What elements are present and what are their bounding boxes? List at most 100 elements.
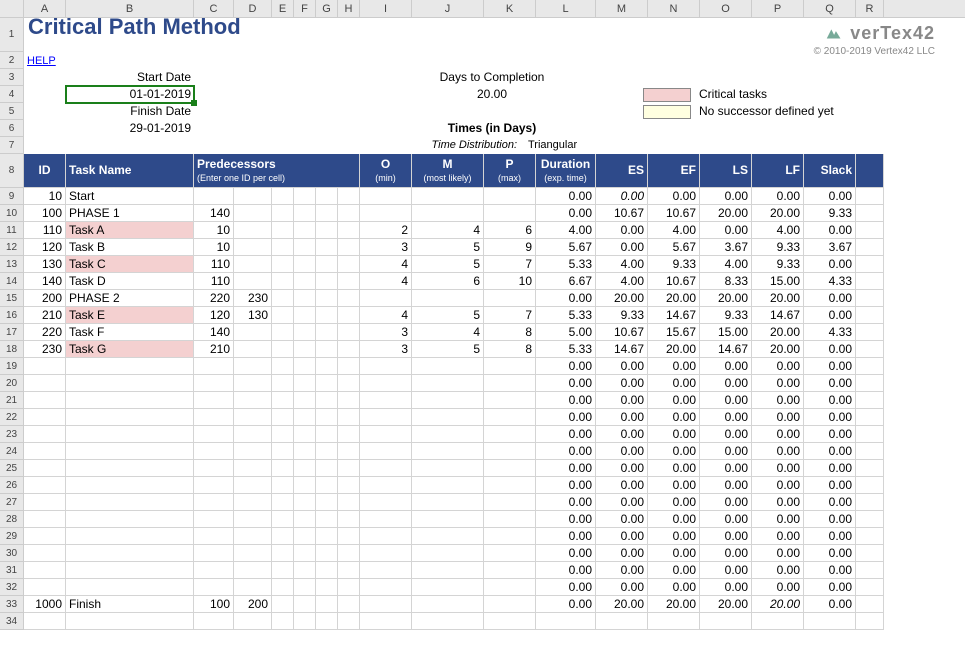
cell-pred-1[interactable]	[194, 188, 234, 205]
cell-pred-2[interactable]	[234, 324, 272, 341]
cell-ls[interactable]: 0.00	[700, 358, 752, 375]
cell-duration[interactable]: 5.00	[536, 324, 596, 341]
cell-task-name[interactable]	[66, 443, 194, 460]
col-header-R[interactable]: R	[856, 0, 884, 17]
cell-duration[interactable]: 5.33	[536, 256, 596, 273]
cell-m[interactable]	[412, 494, 484, 511]
cell-duration[interactable]: 0.00	[536, 205, 596, 222]
cell-task-name[interactable]: Task B	[66, 239, 194, 256]
cell-pred-1[interactable]	[194, 426, 234, 443]
cell-ef[interactable]: 0.00	[648, 392, 700, 409]
cell-m[interactable]	[412, 528, 484, 545]
cell-pred-2[interactable]	[234, 460, 272, 477]
cell-es[interactable]: 0.00	[596, 477, 648, 494]
cell-pred-2[interactable]	[234, 341, 272, 358]
cell-slack[interactable]: 0.00	[804, 307, 856, 324]
row-header-24[interactable]: 24	[0, 443, 24, 460]
cell-ef[interactable]: 0.00	[648, 443, 700, 460]
cell-ls[interactable]: 0.00	[700, 528, 752, 545]
col-header-K[interactable]: K	[484, 0, 536, 17]
cell-o[interactable]: 3	[360, 239, 412, 256]
cell-lf[interactable]: 20.00	[752, 290, 804, 307]
cell-task-name[interactable]	[66, 392, 194, 409]
cell-task-name[interactable]: Task E	[66, 307, 194, 324]
cell-duration[interactable]: 4.00	[536, 222, 596, 239]
row-header-29[interactable]: 29	[0, 528, 24, 545]
cell-es[interactable]: 10.67	[596, 205, 648, 222]
row-header-10[interactable]: 10	[0, 205, 24, 222]
cell-p[interactable]: 9	[484, 239, 536, 256]
row-header-5[interactable]: 5	[0, 103, 24, 120]
cell-lf[interactable]: 4.00	[752, 222, 804, 239]
cell-ls[interactable]: 3.67	[700, 239, 752, 256]
corner-cell[interactable]	[0, 0, 24, 17]
cell-ef[interactable]: 0.00	[648, 562, 700, 579]
cell-duration[interactable]: 0.00	[536, 579, 596, 596]
cell-m[interactable]: 5	[412, 239, 484, 256]
cell-lf[interactable]: 0.00	[752, 409, 804, 426]
cell-pred-1[interactable]	[194, 545, 234, 562]
cell-ef[interactable]: 10.67	[648, 273, 700, 290]
cell-id[interactable]	[24, 477, 66, 494]
cell-pred-2[interactable]	[234, 494, 272, 511]
cell-slack[interactable]: 0.00	[804, 222, 856, 239]
cell-m[interactable]: 4	[412, 324, 484, 341]
row-header-21[interactable]: 21	[0, 392, 24, 409]
cell-o[interactable]	[360, 443, 412, 460]
cell-slack[interactable]: 0.00	[804, 290, 856, 307]
cell-slack[interactable]: 0.00	[804, 426, 856, 443]
cell-id[interactable]: 1000	[24, 596, 66, 613]
cell-es[interactable]: 0.00	[596, 358, 648, 375]
cell-o[interactable]	[360, 426, 412, 443]
cell-pred-2[interactable]: 130	[234, 307, 272, 324]
cell-pred-2[interactable]	[234, 409, 272, 426]
cell-ef[interactable]: 10.67	[648, 205, 700, 222]
cell-o[interactable]	[360, 528, 412, 545]
cell-pred-2[interactable]	[234, 528, 272, 545]
cell-id[interactable]: 220	[24, 324, 66, 341]
row-header-28[interactable]: 28	[0, 511, 24, 528]
cell-m[interactable]	[412, 562, 484, 579]
cell-ls[interactable]: 9.33	[700, 307, 752, 324]
cell-task-name[interactable]: Start	[66, 188, 194, 205]
cell-es[interactable]: 0.00	[596, 426, 648, 443]
cell-pred-2[interactable]	[234, 477, 272, 494]
cell-pred-1[interactable]	[194, 358, 234, 375]
col-header-H[interactable]: H	[338, 0, 360, 17]
cell-id[interactable]	[24, 494, 66, 511]
cell-id[interactable]	[24, 426, 66, 443]
cell-pred-2[interactable]	[234, 579, 272, 596]
cell-p[interactable]	[484, 426, 536, 443]
col-header-J[interactable]: J	[412, 0, 484, 17]
row-header-14[interactable]: 14	[0, 273, 24, 290]
cell-ls[interactable]: 8.33	[700, 273, 752, 290]
cell-pred-1[interactable]	[194, 477, 234, 494]
cell-m[interactable]	[412, 205, 484, 222]
cell-es[interactable]: 4.00	[596, 273, 648, 290]
cell-p[interactable]	[484, 358, 536, 375]
row-header-19[interactable]: 19	[0, 358, 24, 375]
cell-pred-1[interactable]	[194, 375, 234, 392]
row-header-13[interactable]: 13	[0, 256, 24, 273]
cell-es[interactable]: 0.00	[596, 222, 648, 239]
row-header-6[interactable]: 6	[0, 120, 24, 137]
cell-es[interactable]: 20.00	[596, 596, 648, 613]
cell-lf[interactable]: 9.33	[752, 256, 804, 273]
cell-task-name[interactable]	[66, 579, 194, 596]
cell-lf[interactable]: 0.00	[752, 562, 804, 579]
cell-task-name[interactable]	[66, 477, 194, 494]
cell-ef[interactable]: 15.67	[648, 324, 700, 341]
cell-o[interactable]: 3	[360, 324, 412, 341]
cell-m[interactable]	[412, 511, 484, 528]
cell-ls[interactable]: 0.00	[700, 375, 752, 392]
cell-ef[interactable]: 20.00	[648, 341, 700, 358]
cell-ls[interactable]: 0.00	[700, 392, 752, 409]
cell-ls[interactable]: 0.00	[700, 562, 752, 579]
cell-pred-2[interactable]	[234, 426, 272, 443]
cell-es[interactable]: 0.00	[596, 528, 648, 545]
cell-o[interactable]	[360, 545, 412, 562]
cell-pred-1[interactable]: 10	[194, 239, 234, 256]
cell-slack[interactable]: 4.33	[804, 324, 856, 341]
cell-slack[interactable]: 0.00	[804, 545, 856, 562]
cell-pred-1[interactable]: 140	[194, 205, 234, 222]
